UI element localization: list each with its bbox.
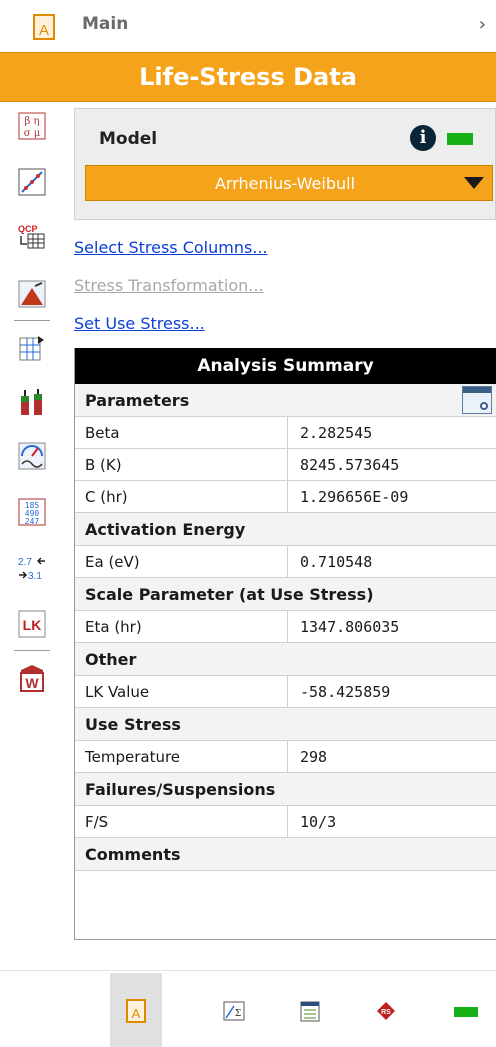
row-label: F/S [75, 806, 288, 837]
set-use-stress-link[interactable]: Set Use Stress... [74, 314, 205, 333]
row-value: 1347.806035 [300, 617, 400, 636]
section-title: Activation Energy [85, 519, 246, 539]
analysis-summary-header: Analysis Summary [75, 348, 496, 384]
row-label: C (hr) [75, 481, 288, 512]
table-row: LK Value -58.425859 [75, 676, 496, 708]
stress-transformation-link: Stress Transformation... [74, 276, 264, 295]
section-title: Parameters [85, 390, 190, 410]
status-green-tab-icon[interactable] [440, 973, 492, 1047]
app-icon[interactable]: A [33, 14, 55, 40]
rs-logo-icon[interactable]: RS [360, 973, 412, 1047]
row-value: 2.282545 [300, 423, 373, 442]
svg-text:W: W [25, 675, 39, 691]
row-label: Temperature [75, 741, 288, 772]
section-other: Other [75, 643, 496, 676]
section-title: Comments [85, 844, 181, 864]
svg-text:3.1: 3.1 [28, 571, 42, 582]
row-value: 0.710548 [300, 552, 373, 571]
main-nav-label[interactable]: Main [82, 14, 128, 34]
svg-text:QCP: QCP [18, 224, 38, 234]
row-value: 298 [300, 747, 328, 766]
chevron-down-icon[interactable] [464, 177, 484, 189]
analysis-summary-table: Analysis Summary Parameters Beta 2.28254… [74, 348, 496, 940]
model-panel: Model i Arrhenius-Weibull [74, 108, 496, 220]
section-title: Other [85, 649, 137, 669]
row-value: -58.425859 [300, 682, 391, 701]
table-row: Ea (eV) 0.710548 [75, 546, 496, 578]
transform-values-icon[interactable]: 2.7 3.1 [18, 554, 46, 582]
plot-tool-icon[interactable] [18, 168, 46, 196]
qcp-calculator-icon[interactable]: QCP [18, 222, 46, 250]
table-row: F/S 10/3 [75, 806, 496, 838]
sigma-plot-tab-icon[interactable]: Σ [208, 973, 260, 1047]
row-label: LK Value [75, 676, 288, 707]
svg-text:2.7: 2.7 [18, 557, 32, 568]
main-page-tab-icon[interactable]: A [110, 973, 162, 1047]
calendar-list-tab-icon[interactable] [284, 973, 336, 1047]
section-title: Use Stress [85, 714, 181, 734]
table-row: Eta (hr) 1347.806035 [75, 611, 496, 643]
svg-text:β η: β η [25, 116, 40, 127]
page-title: Life-Stress Data [139, 63, 357, 91]
bottom-toolbar: A Σ RS [0, 970, 496, 1047]
likelihood-icon[interactable]: LK [18, 610, 46, 638]
info-icon[interactable]: i [410, 125, 436, 151]
row-value: 1.296656E-09 [300, 487, 409, 506]
table-row: Temperature 298 [75, 741, 496, 773]
svg-text:LK: LK [23, 617, 42, 633]
section-comments: Comments [75, 838, 496, 871]
toolbar-separator [14, 320, 50, 321]
table-row: Beta 2.282545 [75, 417, 496, 449]
left-toolbar: β η σ μ QCP 185 490 247 2.7 3.1 LK W [0, 106, 64, 746]
table-row: B (K) 8245.573645 [75, 449, 496, 481]
table-insert-icon[interactable] [18, 334, 46, 362]
stress-profile-icon[interactable] [18, 280, 46, 308]
model-dropdown-value: Arrhenius-Weibull [214, 173, 356, 193]
row-label: B (K) [75, 449, 288, 480]
section-use-stress: Use Stress [75, 708, 496, 741]
model-label: Model [99, 129, 158, 149]
svg-text:RS: RS [381, 1009, 391, 1016]
toolbar-separator [14, 650, 50, 651]
section-failures-suspensions: Failures/Suspensions [75, 773, 496, 806]
row-value: 8245.573645 [300, 455, 400, 474]
top-bar: A Main › [0, 0, 496, 52]
svg-text:A: A [39, 22, 49, 39]
columns-tool-icon[interactable] [18, 388, 46, 416]
row-label: Eta (hr) [75, 611, 288, 642]
chevron-right-icon[interactable]: › [479, 14, 486, 35]
row-label: Ea (eV) [75, 546, 288, 577]
model-dropdown[interactable]: Arrhenius-Weibull [85, 165, 493, 201]
simulation-icon[interactable] [18, 442, 46, 470]
parameters-tool-icon[interactable]: β η σ μ [18, 112, 46, 140]
data-grid-icon[interactable]: 185 490 247 [18, 498, 46, 526]
section-scale-parameter: Scale Parameter (at Use Stress) [75, 578, 496, 611]
page-title-band: Life-Stress Data [0, 52, 496, 102]
section-title: Scale Parameter (at Use Stress) [85, 584, 374, 604]
section-title: Failures/Suspensions [85, 779, 276, 799]
export-window-icon[interactable] [462, 386, 492, 414]
select-stress-columns-link[interactable]: Select Stress Columns... [74, 238, 268, 257]
svg-text:A: A [132, 1006, 141, 1021]
svg-text:Σ: Σ [235, 1009, 241, 1019]
section-activation-energy: Activation Energy [75, 513, 496, 546]
row-value: 10/3 [300, 812, 337, 831]
svg-text:247: 247 [25, 517, 40, 526]
section-parameters: Parameters [75, 384, 496, 417]
status-indicator [447, 133, 473, 145]
word-report-icon[interactable]: W [18, 664, 46, 692]
svg-text:σ μ: σ μ [24, 128, 41, 139]
table-row: C (hr) 1.296656E-09 [75, 481, 496, 513]
row-label: Beta [75, 417, 288, 448]
